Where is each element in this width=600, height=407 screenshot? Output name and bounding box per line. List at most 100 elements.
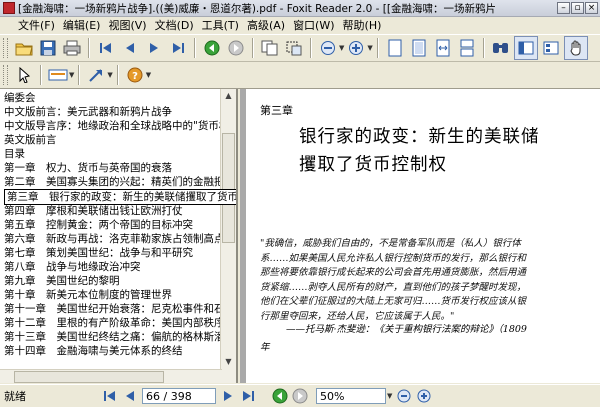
single-page-icon[interactable] (384, 37, 406, 59)
main-toolbar: ▼ ▼ (0, 34, 600, 62)
quote-line: "我确信，威胁我们自由的，不是常备军队而是（私人）银行体 (260, 238, 521, 249)
last-page-icon[interactable] (167, 37, 189, 59)
bookmark-item[interactable]: 第十一章 美国世纪开始衰落：尼克松事件和石油 (4, 302, 235, 316)
toolbar-separator (116, 65, 119, 85)
toolbar-separator (482, 38, 485, 58)
copy-icon[interactable] (259, 37, 281, 59)
bookmark-item[interactable]: 英文版前言 (4, 133, 57, 147)
menu-view[interactable]: 视图(V) (104, 17, 150, 33)
typewriter-icon[interactable] (47, 64, 69, 86)
quote-line: 系……如果美国人民允许私人银行控制货币的发行，那么银行和 (260, 252, 527, 264)
bookmark-vertical-scrollbar[interactable]: ▲ ▼ (220, 89, 236, 383)
help-icon[interactable]: ? (124, 64, 146, 86)
help-dropdown-icon[interactable]: ▼ (146, 71, 151, 79)
bookmark-item[interactable]: 第二章 美国寡头集团的兴起：精英们的金融把持 (4, 175, 235, 189)
document-view[interactable]: 第三章 银行家的政变：新生的美联储 攫取了货币控制权 "我确信，威胁我们自由的，… (240, 89, 600, 383)
bookmark-item[interactable]: 第七章 策划美国世纪：战争与和平研究 (4, 246, 193, 260)
toolbar-grip[interactable] (3, 38, 8, 58)
go-forward-icon[interactable] (292, 387, 308, 405)
bookmark-item[interactable]: 第十二章 里根的有产阶级革命：美国内部秩序 (4, 316, 225, 330)
toolbar-separator (310, 38, 312, 58)
menu-tools[interactable]: 工具(T) (198, 17, 243, 33)
bookmark-item[interactable]: 第八章 战争与地缘政治冲突 (4, 260, 141, 274)
epigraph-quote: "我确信，威胁我们自由的，不是常备军队而是（私人）银行体 系……如果美国人民允许… (260, 237, 586, 324)
previous-page-icon[interactable] (122, 387, 138, 405)
bookmark-item[interactable]: 第六章 新政与再战：洛克菲勒家族占领制高点 (4, 232, 225, 246)
menu-window[interactable]: 窗口(W) (289, 17, 338, 33)
arrow-tool-dropdown-icon[interactable]: ▼ (107, 71, 112, 79)
zoom-in-icon[interactable] (345, 37, 367, 59)
toolbar-grip[interactable] (3, 65, 8, 85)
bookmark-item[interactable]: 中文版导言序：地缘政治和全球战略中的"货币权 (4, 119, 229, 133)
zoom-out-icon[interactable] (317, 37, 339, 59)
scroll-down-icon[interactable]: ▼ (221, 355, 236, 369)
select-text-icon[interactable] (13, 64, 35, 86)
last-page-icon[interactable] (240, 387, 256, 405)
menu-bar: 文件(F) 编辑(E) 视图(V) 文档(D) 工具(T) 高级(A) 窗口(W… (0, 16, 600, 33)
quote-line: 货紧缩……剥夺人民所有的财产，直到他们的孩子梦醒时发现， (260, 281, 527, 293)
bookmark-item[interactable]: 第十四章 金融海啸与美元体系的终结 (4, 344, 183, 358)
menu-document[interactable]: 文档(D) (151, 17, 198, 33)
bookmark-item[interactable]: 第十章 新美元本位制度的管理世界 (4, 288, 172, 302)
go-forward-icon[interactable] (225, 37, 247, 59)
toolbar-separator (78, 65, 81, 85)
bookmark-item[interactable]: 编委会 (4, 91, 36, 105)
next-page-icon[interactable] (220, 387, 236, 405)
find-icon[interactable] (490, 37, 512, 59)
select-area-icon[interactable] (283, 37, 305, 59)
menu-help[interactable]: 帮助(H) (339, 17, 386, 33)
bookmark-panel-icon[interactable] (513, 36, 538, 60)
first-page-icon[interactable] (102, 387, 118, 405)
page-number-field[interactable]: 66 / 398 (142, 388, 216, 404)
svg-text:?: ? (132, 71, 138, 82)
title-bar: [金融海啸：一场新鸦片战争].((美)威廉・恩道尔著).pdf - Foxit … (0, 0, 600, 17)
quote-line: 他们在父辈们征服过的大陆上无家可归……货币发行权应该从银 (260, 296, 527, 307)
first-page-icon[interactable] (95, 37, 117, 59)
bookmark-item-selected[interactable]: 第三章 银行家的政变：新生的美联储攫取了货币控制权 (4, 189, 236, 205)
zoom-out-icon[interactable] (396, 387, 412, 405)
zoom-dropdown-icon[interactable]: ▼ (387, 392, 392, 400)
go-back-icon[interactable] (201, 37, 223, 59)
fit-page-icon[interactable] (408, 37, 430, 59)
menu-file[interactable]: 文件(F) (0, 17, 59, 33)
print-icon[interactable] (61, 37, 83, 59)
bookmark-item[interactable]: 中文版前言：美元武器和新鸦片战争 (4, 105, 172, 119)
bookmark-item[interactable]: 第四章 摩根和美联储出钱让欧洲打仗 (4, 204, 183, 218)
zoom-in-icon[interactable] (416, 387, 432, 405)
arrow-tool-icon[interactable] (85, 64, 107, 86)
scroll-thumb[interactable] (14, 371, 164, 383)
previous-page-icon[interactable] (119, 37, 141, 59)
thumbnail-panel-icon[interactable] (540, 37, 562, 59)
menu-edit[interactable]: 编辑(E) (59, 17, 105, 33)
minimize-button[interactable]: – (557, 2, 570, 14)
close-button[interactable]: × (585, 2, 598, 14)
status-bar: 就绪 66 / 398 50% ▼ (0, 384, 600, 407)
menu-advanced[interactable]: 高级(A) (243, 17, 289, 33)
toolbar-separator (40, 65, 42, 85)
bookmark-panel: 编委会 中文版前言：美元武器和新鸦片战争 中文版导言序：地缘政治和全球战略中的"… (0, 89, 238, 383)
go-back-icon[interactable] (272, 387, 288, 405)
hand-tool-icon[interactable] (563, 36, 588, 60)
bookmark-item[interactable]: 第五章 控制黄金：两个帝国的目标冲突 (4, 218, 193, 232)
bookmark-item[interactable]: 第一章 权力、货币与英帝国的衰落 (4, 161, 172, 175)
scroll-thumb[interactable] (222, 133, 235, 243)
bookmark-item[interactable]: 第九章 美国世纪的黎明 (4, 274, 120, 288)
fit-width-icon[interactable] (432, 37, 454, 59)
next-page-icon[interactable] (143, 37, 165, 59)
app-icon[interactable] (3, 2, 15, 14)
bookmark-item[interactable]: 目录 (4, 147, 25, 161)
bookmark-horizontal-scrollbar[interactable] (0, 369, 222, 383)
bookmark-item[interactable]: 第十三章 美国世纪终结之痛：偏航的格林斯潘金 (4, 330, 235, 344)
open-folder-icon[interactable] (13, 37, 35, 59)
status-text: 就绪 (4, 390, 26, 403)
zoom-in-dropdown-icon[interactable]: ▼ (367, 44, 372, 52)
quote-attribution: ——托马斯·杰斐逊：《关于重构银行法案的辩论》（1809 (286, 324, 527, 335)
continuous-page-icon[interactable] (456, 37, 478, 59)
zoom-out-dropdown-icon[interactable]: ▼ (339, 44, 344, 52)
zoom-level-field[interactable]: 50% (316, 388, 386, 404)
pdf-page[interactable]: 第三章 银行家的政变：新生的美联储 攫取了货币控制权 "我确信，威胁我们自由的，… (246, 89, 600, 383)
typewriter-dropdown-icon[interactable]: ▼ (69, 71, 74, 79)
scroll-up-icon[interactable]: ▲ (221, 89, 236, 103)
save-icon[interactable] (37, 37, 59, 59)
restore-button[interactable]: ▫ (571, 2, 584, 14)
